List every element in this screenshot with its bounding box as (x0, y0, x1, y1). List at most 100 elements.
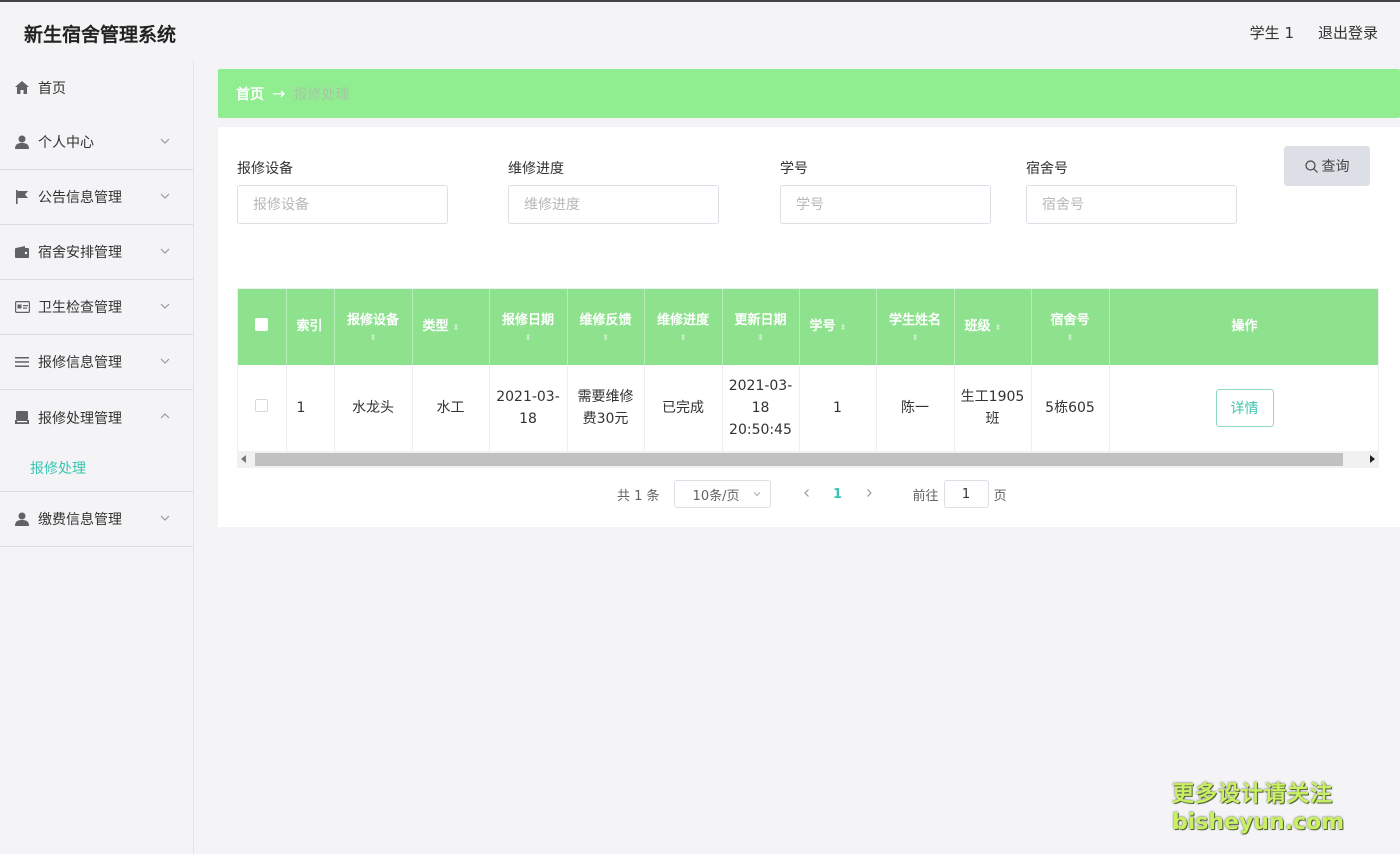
col-header-dorm[interactable]: 宿舍号 ⬍ (1031, 289, 1110, 365)
id-card-icon (14, 299, 30, 315)
sidebar-item-label: 报修处理管理 (38, 410, 122, 427)
table-header-row: 索引 报修设备 ⬍ 类型 ⬍ 报修日期 ⬍ 维修反馈 ⬍ 维修进度 ⬍ 更新日期 ⬍ 学号 ⬍… (238, 289, 1378, 365)
page-number-current[interactable]: 1 (827, 487, 849, 502)
data-table: 索引 报修设备 ⬍ 类型 ⬍ 报修日期 ⬍ 维修反馈 ⬍ 维修进度 ⬍ 更新日期 ⬍ 学号 ⬍… (237, 288, 1379, 468)
chevron-down-icon (753, 492, 760, 497)
col-header-label: 维修进度 (656, 313, 709, 328)
next-page-icon[interactable] (855, 487, 883, 502)
sort-icon[interactable]: ⬍ (995, 323, 1002, 332)
row-checkbox[interactable] (255, 399, 269, 412)
cell-feedback: 需要维修费30元 (567, 365, 645, 451)
col-header-type[interactable]: 类型 ⬍ (412, 289, 490, 365)
wallet-icon (14, 244, 30, 260)
detail-button[interactable]: 详情 (1215, 389, 1274, 427)
sidebar-item-personal-center[interactable]: 个人中心 (0, 115, 193, 170)
sidebar-subitem-repair-handling[interactable]: 报修处理 (0, 444, 193, 492)
query-button[interactable]: 查询 (1284, 146, 1370, 186)
sidebar-item-label: 报修信息管理 (38, 355, 122, 371)
sidebar-item-repair-handling[interactable]: 报修处理管理 (0, 390, 193, 445)
app-title: 新生宿舍管理系统 (24, 24, 177, 46)
sidebar-item-announcements[interactable]: 公告信息管理 (0, 170, 193, 225)
sidebar-item-label: 缴费信息管理 (38, 512, 122, 528)
chevron-up-icon (160, 413, 170, 419)
cell-index: 1 (286, 365, 335, 451)
progress-label: 维修进度 (508, 161, 564, 177)
cell-type: 水工 (412, 365, 490, 451)
sidebar-item-payment-info[interactable]: 缴费信息管理 (0, 492, 193, 547)
logout-link[interactable]: 退出登录 (1318, 22, 1378, 43)
col-header-class[interactable]: 班级 ⬍ (954, 289, 1032, 365)
breadcrumb-current: 报修处理 (293, 86, 350, 103)
main-panel: 报修设备 维修进度 学号 宿舍号 查询 索引 报修设备 ⬍ 类型 ⬍ 报修日期 ⬍ 维… (218, 127, 1400, 527)
col-header-student-no[interactable]: 学号 ⬍ (799, 289, 877, 365)
breadcrumb-home[interactable]: 首页 (236, 84, 264, 104)
sort-icon[interactable]: ⬍ (877, 334, 954, 342)
col-header-progress[interactable]: 维修进度 ⬍ (644, 289, 723, 365)
sort-icon[interactable]: ⬍ (490, 334, 567, 342)
col-header-action: 操作 (1109, 289, 1378, 365)
col-header-report-date[interactable]: 报修日期 ⬍ (489, 289, 568, 365)
dorm-no-label: 宿舍号 (1026, 161, 1068, 177)
select-all-checkbox[interactable] (255, 317, 269, 331)
scroll-right-arrow-icon[interactable] (1370, 455, 1375, 463)
cell-action: 详情 (1109, 365, 1378, 451)
sidebar-item-home[interactable]: 首页 (0, 60, 193, 115)
sidebar-item-label: 个人中心 (38, 135, 94, 151)
col-header-label: 报修日期 (501, 313, 554, 328)
col-header-student-name[interactable]: 学生姓名 ⬍ (876, 289, 955, 365)
watermark: 更多设计请关注 bisheyun.com (1172, 776, 1344, 835)
page-size-select[interactable]: 10条/页 (673, 480, 771, 508)
scroll-left-arrow-icon[interactable] (241, 455, 246, 463)
sort-icon[interactable]: ⬍ (723, 334, 799, 342)
sort-icon[interactable]: ⬍ (1032, 334, 1109, 342)
device-input[interactable] (237, 185, 448, 224)
watermark-line2: bisheyun.com (1172, 810, 1345, 835)
col-header-index: 索引 (286, 289, 335, 365)
select-all-checkbox-cell[interactable] (238, 289, 287, 365)
user-name[interactable]: 学生 1 (1250, 22, 1294, 43)
col-header-feedback[interactable]: 维修反馈 ⬍ (567, 289, 645, 365)
progress-input[interactable] (508, 185, 719, 224)
top-header: 新生宿舍管理系统 学生 1 退出登录 (0, 0, 1400, 60)
cell-student-no: 1 (799, 365, 877, 451)
user-area: 学生 1 退出登录 (1250, 22, 1378, 43)
goto-label: 前往 (912, 488, 939, 504)
total-count: 共 1 条 (617, 488, 660, 504)
cell-report-date: 2021-03-18 (489, 365, 568, 451)
scroll-thumb[interactable] (255, 453, 1343, 466)
chevron-down-icon (160, 515, 170, 521)
flag-icon (14, 189, 30, 205)
chevron-down-icon (160, 138, 170, 144)
col-header-label: 学生姓名 (888, 313, 941, 328)
chevron-down-icon (160, 193, 170, 199)
sort-icon[interactable]: ⬍ (568, 334, 644, 342)
cell-progress: 已完成 (644, 365, 723, 451)
page-suffix: 页 (993, 488, 1007, 504)
col-header-label: 报修设备 (346, 313, 399, 328)
col-header-label: 学号 (809, 318, 836, 334)
sidebar-item-label: 首页 (38, 80, 66, 97)
sidebar-item-repair-info[interactable]: 报修信息管理 (0, 335, 193, 390)
col-header-update-date[interactable]: 更新日期 ⬍ (722, 289, 800, 365)
prev-page-icon[interactable] (793, 487, 821, 502)
sidebar-item-hygiene-check[interactable]: 卫生检查管理 (0, 280, 193, 335)
col-header-label: 类型 (422, 318, 449, 334)
watermark-line1: 更多设计请关注 (1172, 782, 1334, 807)
sort-icon[interactable]: ⬍ (840, 323, 847, 332)
cell-class: 生工1905班 (954, 365, 1032, 451)
sidebar: 首页 个人中心 公告信息管理 宿舍安排管理 卫生检查管理 报修信息管理 报修处理… (0, 60, 194, 854)
col-header-label: 班级 (964, 318, 991, 334)
dorm-no-input[interactable] (1026, 185, 1237, 224)
sort-icon[interactable]: ⬍ (335, 334, 412, 342)
sort-icon[interactable]: ⬍ (453, 323, 460, 332)
sidebar-item-dorm-arrangement[interactable]: 宿舍安排管理 (0, 225, 193, 280)
sidebar-item-label: 卫生检查管理 (38, 300, 122, 316)
page-size-value: 10条/页 (692, 488, 740, 504)
row-checkbox-cell[interactable] (238, 365, 287, 451)
goto-page-input[interactable] (943, 480, 989, 508)
pagination: 共 1 条 10条/页 1 前往 页 (617, 480, 1007, 508)
horizontal-scrollbar[interactable] (237, 451, 1379, 468)
col-header-device[interactable]: 报修设备 ⬍ (334, 289, 413, 365)
student-no-input[interactable] (780, 185, 991, 224)
sort-icon[interactable]: ⬍ (645, 334, 722, 342)
